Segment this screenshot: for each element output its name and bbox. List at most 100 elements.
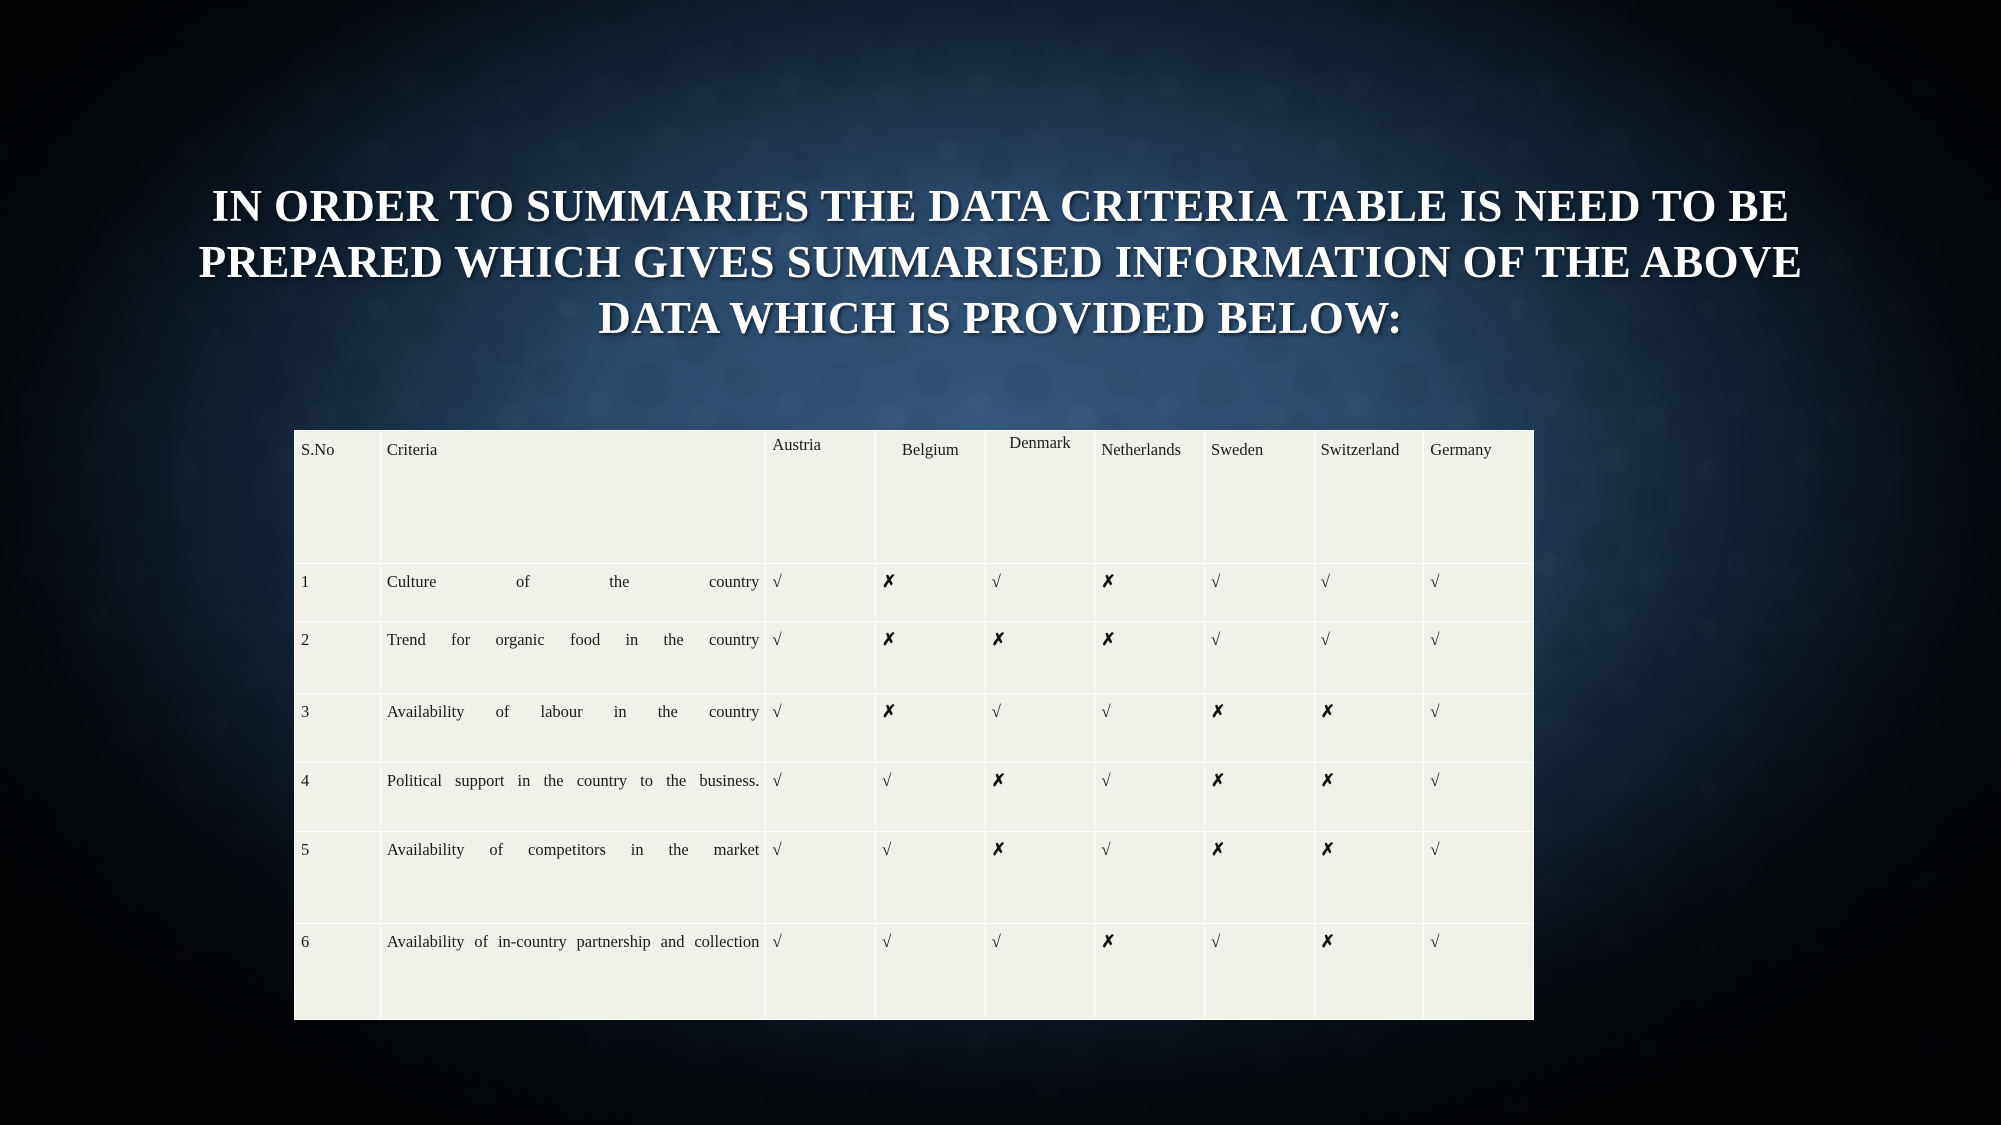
check-icon: √ xyxy=(1430,771,1440,790)
mark-cell-check: √ xyxy=(1423,621,1534,694)
criteria-text: Culture of the country xyxy=(386,572,760,591)
check-icon: √ xyxy=(772,840,782,859)
cross-icon: ✗ xyxy=(1101,630,1116,649)
criteria-cell: Availability of labour in the country xyxy=(379,693,767,763)
row-number-cell: 6 xyxy=(294,923,381,1020)
mark-cell-check: √ xyxy=(765,923,877,1020)
check-icon: √ xyxy=(772,771,782,790)
header-cell-germany: Germany xyxy=(1423,430,1534,564)
mark-cell-check: √ xyxy=(984,693,1096,763)
header-cell-sweden: Sweden xyxy=(1203,430,1315,564)
mark-cell-cross: ✗ xyxy=(1094,923,1205,1020)
check-icon: √ xyxy=(1320,572,1330,591)
mark-cell-cross: ✗ xyxy=(1313,762,1425,832)
mark-cell-cross: ✗ xyxy=(875,621,986,694)
mark-cell-cross: ✗ xyxy=(1203,693,1315,763)
mark-cell-check: √ xyxy=(1313,621,1425,694)
header-cell-criteria: Criteria xyxy=(379,430,767,564)
check-icon: √ xyxy=(991,572,1002,591)
mark-cell-cross: ✗ xyxy=(875,693,986,763)
table-row: 1 Culture of the country √ ✗ √ ✗ √ √ √ xyxy=(294,563,1534,622)
mark-cell-check: √ xyxy=(1094,762,1205,832)
criteria-text: Availability of in-country partnership a… xyxy=(386,932,760,951)
cross-icon: ✗ xyxy=(1320,840,1335,859)
check-icon: √ xyxy=(991,702,1002,721)
cross-icon: ✗ xyxy=(991,630,1006,649)
mark-cell-check: √ xyxy=(1094,831,1205,924)
row-number-cell: 4 xyxy=(294,762,381,832)
row-number-cell: 1 xyxy=(294,563,381,622)
table-row: 3 Availability of labour in the country √ ✗… xyxy=(294,693,1534,763)
mark-cell-check: √ xyxy=(1203,621,1315,694)
check-icon: √ xyxy=(1430,840,1440,859)
cross-icon: ✗ xyxy=(1320,771,1335,790)
mark-cell-cross: ✗ xyxy=(1203,831,1315,924)
criteria-table: S.No Criteria Austria Belgium Denmark Ne… xyxy=(294,430,1534,1020)
header-cell-belgium: Belgium xyxy=(875,430,986,564)
header-cell-netherlands: Netherlands xyxy=(1094,430,1205,564)
criteria-cell: Trend for organic food in the country xyxy=(379,621,767,694)
mark-cell-check: √ xyxy=(1423,563,1534,622)
table-row: 4 Political support in the country to the… xyxy=(294,762,1534,832)
mark-cell-cross: ✗ xyxy=(1094,563,1205,622)
cross-icon: ✗ xyxy=(991,840,1006,859)
check-icon: √ xyxy=(1430,630,1440,649)
row-number-cell: 3 xyxy=(294,693,381,763)
mark-cell-cross: ✗ xyxy=(1313,923,1425,1020)
check-icon: √ xyxy=(882,771,892,790)
row-number-cell: 5 xyxy=(294,831,381,924)
cross-icon: ✗ xyxy=(882,702,897,721)
table-row: 6 Availability of in-country partnership … xyxy=(294,923,1534,1020)
header-cell-denmark: Denmark xyxy=(984,430,1096,564)
mark-cell-cross: ✗ xyxy=(875,563,986,622)
mark-cell-check: √ xyxy=(765,831,877,924)
mark-cell-check: √ xyxy=(765,563,877,622)
check-icon: √ xyxy=(772,630,782,649)
mark-cell-check: √ xyxy=(984,923,1096,1020)
mark-cell-check: √ xyxy=(1203,923,1315,1020)
check-icon: √ xyxy=(1210,572,1221,591)
mark-cell-cross: ✗ xyxy=(1203,762,1315,832)
mark-cell-cross: ✗ xyxy=(1313,831,1425,924)
table-header: S.No Criteria Austria Belgium Denmark Ne… xyxy=(294,430,1534,564)
mark-cell-check: √ xyxy=(875,923,986,1020)
slide-title: IN ORDER TO SUMMARIES THE DATA CRITERIA … xyxy=(198,181,1803,343)
mark-cell-check: √ xyxy=(1423,762,1534,832)
mark-cell-check: √ xyxy=(765,621,877,694)
check-icon: √ xyxy=(1101,840,1111,859)
mark-cell-cross: ✗ xyxy=(984,831,1096,924)
mark-cell-check: √ xyxy=(1313,563,1425,622)
mark-cell-check: √ xyxy=(765,762,877,832)
cross-icon: ✗ xyxy=(1320,702,1335,721)
check-icon: √ xyxy=(1210,630,1221,649)
cross-icon: ✗ xyxy=(1101,572,1116,591)
criteria-table-container: S.No Criteria Austria Belgium Denmark Ne… xyxy=(294,430,1534,1020)
criteria-text: Availability of labour in the country xyxy=(386,702,760,721)
mark-cell-check: √ xyxy=(1423,693,1534,763)
header-cell-sno: S.No xyxy=(294,430,381,564)
check-icon: √ xyxy=(882,932,892,951)
table-header-row: S.No Criteria Austria Belgium Denmark Ne… xyxy=(294,430,1534,564)
check-icon: √ xyxy=(772,572,782,591)
mark-cell-cross: ✗ xyxy=(1313,693,1425,763)
criteria-text: Political support in the country to the … xyxy=(386,771,760,790)
cross-icon: ✗ xyxy=(991,771,1006,790)
criteria-cell: Political support in the country to the … xyxy=(379,762,767,832)
check-icon: √ xyxy=(1101,771,1111,790)
mark-cell-cross: ✗ xyxy=(984,621,1096,694)
mark-cell-check: √ xyxy=(1094,693,1205,763)
check-icon: √ xyxy=(882,840,892,859)
cross-icon: ✗ xyxy=(1210,840,1226,859)
check-icon: √ xyxy=(1430,932,1440,951)
cross-icon: ✗ xyxy=(1101,932,1116,951)
cross-icon: ✗ xyxy=(1210,702,1226,721)
mark-cell-check: √ xyxy=(765,693,877,763)
mark-cell-check: √ xyxy=(1423,923,1534,1020)
mark-cell-check: √ xyxy=(1203,563,1315,622)
header-cell-switzerland: Switzerland xyxy=(1313,430,1425,564)
cross-icon: ✗ xyxy=(882,630,897,649)
mark-cell-check: √ xyxy=(875,762,986,832)
mark-cell-cross: ✗ xyxy=(1094,621,1205,694)
criteria-text: Availability of competitors in the marke… xyxy=(386,840,760,859)
mark-cell-check: √ xyxy=(875,831,986,924)
